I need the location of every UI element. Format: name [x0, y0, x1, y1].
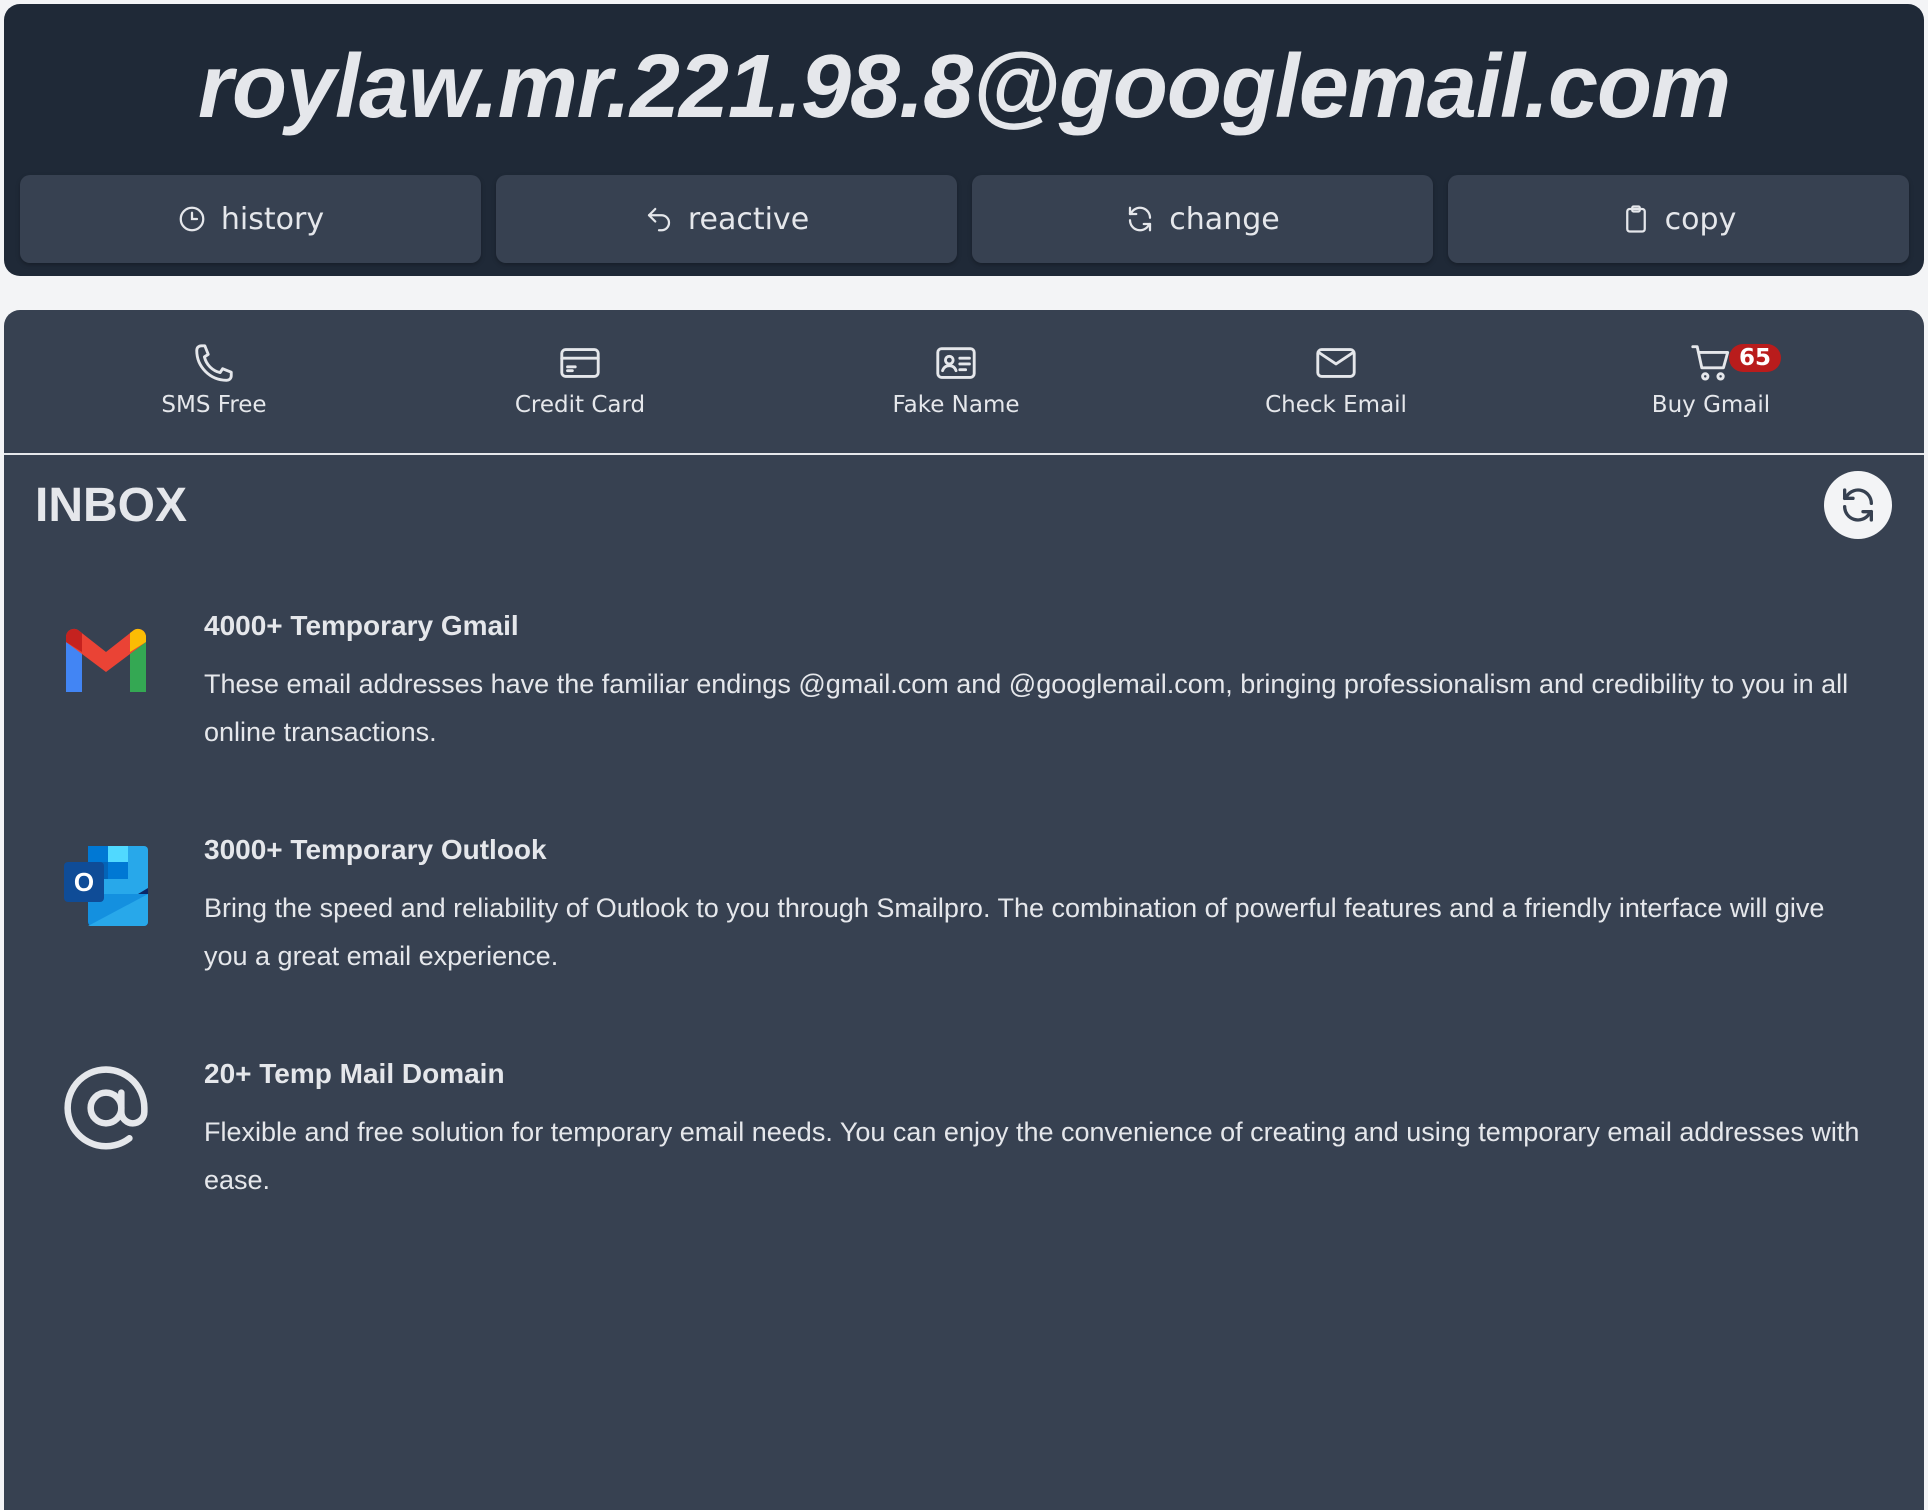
inbox-refresh-button[interactable]	[1824, 471, 1892, 539]
change-button-label: change	[1169, 201, 1280, 237]
nav-item-fake-name[interactable]: Fake Name	[846, 340, 1066, 418]
undo-arrow-icon	[647, 207, 670, 232]
svg-text:O: O	[74, 867, 94, 897]
cart-count-badge: 65	[1729, 344, 1782, 372]
nav-item-sms-free[interactable]: SMS Free	[104, 340, 324, 418]
nav-label-check-email: Check Email	[1265, 392, 1407, 418]
refresh-icon	[1843, 488, 1873, 522]
feature-description: Flexible and free solution for temporary…	[204, 1117, 1860, 1195]
nav-item-check-email[interactable]: Check Email	[1226, 340, 1446, 418]
nav-label-sms-free: SMS Free	[161, 392, 267, 418]
inbox-title: INBOX	[35, 479, 188, 532]
reactive-button[interactable]: reactive	[496, 175, 957, 263]
nav-item-buy-gmail[interactable]: Buy Gmail 65	[1601, 340, 1821, 418]
nav-label-buy-gmail: Buy Gmail	[1651, 392, 1771, 418]
feature-title: 3000+ Temporary Outlook	[204, 834, 547, 865]
email-action-bar: history reactive change copy	[20, 175, 1912, 265]
feature-title: 4000+ Temporary Gmail	[204, 610, 519, 641]
copy-button[interactable]: copy	[1448, 175, 1909, 263]
history-button-label: history	[220, 201, 325, 237]
refresh-icon	[1129, 206, 1152, 232]
outlook-logo-icon: O	[64, 846, 148, 926]
id-card-icon	[936, 347, 976, 379]
feature-title: 20+ Temp Mail Domain	[204, 1058, 505, 1089]
at-sign-icon	[64, 1066, 148, 1150]
main-panel: SMS Free Credit Card Fake Name Check Ema…	[4, 310, 1924, 1510]
nav-item-credit-card[interactable]: Credit Card	[470, 340, 690, 418]
gmail-logo-icon	[66, 628, 146, 692]
nav-label-credit-card: Credit Card	[514, 392, 646, 418]
current-email-address[interactable]: roylaw.mr.221.98.8@googlemail.com	[4, 32, 1924, 142]
phone-icon	[195, 344, 233, 382]
history-button[interactable]: history	[20, 175, 481, 263]
tools-nav: SMS Free Credit Card Fake Name Check Ema…	[4, 310, 1924, 455]
credit-card-icon	[560, 348, 600, 378]
envelope-icon	[1316, 348, 1356, 378]
clipboard-icon	[1625, 205, 1646, 233]
cart-icon	[1691, 345, 1730, 381]
copy-button-label: copy	[1664, 201, 1737, 237]
nav-label-fake-name: Fake Name	[892, 392, 1020, 418]
change-button[interactable]: change	[972, 175, 1433, 263]
feature-description: These email addresses have the familiar …	[204, 669, 1849, 747]
reactive-button-label: reactive	[687, 201, 810, 237]
clock-icon	[179, 206, 205, 232]
email-header-card: roylaw.mr.221.98.8@googlemail.com histor…	[4, 4, 1924, 276]
feature-description: Bring the speed and reliability of Outlo…	[204, 893, 1825, 971]
